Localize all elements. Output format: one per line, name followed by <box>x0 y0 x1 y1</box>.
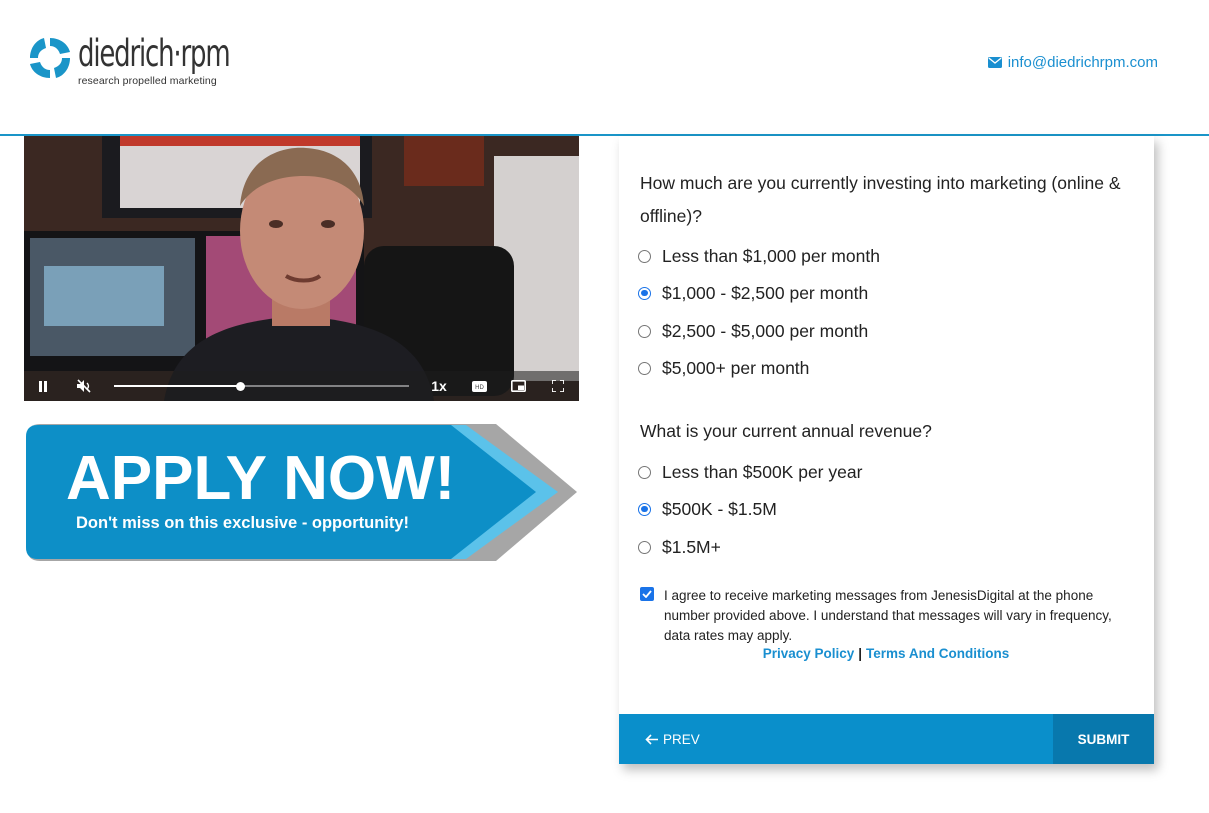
radio-button[interactable] <box>638 249 651 263</box>
logo[interactable]: diedrich·rpm research propelled marketin… <box>26 34 272 94</box>
apply-now-title: APPLY NOW! <box>66 444 456 513</box>
consent-text: I agree to receive marketing messages fr… <box>664 588 1112 643</box>
prev-label: PREV <box>663 731 700 747</box>
playback-speed-button[interactable]: 1x <box>426 371 452 401</box>
option-label: $1,000 - $2,500 per month <box>662 282 869 303</box>
arrow-left-icon <box>645 733 658 745</box>
link-separator: | <box>858 646 863 661</box>
mute-icon <box>77 379 91 393</box>
policy-links: Privacy Policy | Terms And Conditions <box>619 646 1153 661</box>
radio-button[interactable] <box>638 465 651 479</box>
option-spend-3[interactable]: $2,500 - $5,000 per month <box>638 319 868 343</box>
radio-button-selected[interactable] <box>638 502 651 516</box>
radio-button[interactable] <box>638 324 651 338</box>
mail-icon <box>987 57 1002 68</box>
option-label: $2,500 - $5,000 per month <box>662 320 869 341</box>
option-label: $5,000+ per month <box>662 357 810 378</box>
question-marketing-spend: How much are you currently investing int… <box>640 173 1121 226</box>
pause-icon <box>39 380 47 392</box>
hd-button[interactable]: HD <box>467 371 491 401</box>
terms-link[interactable]: Terms And Conditions <box>866 646 1009 661</box>
form-navigation: PREV SUBMIT <box>619 714 1154 764</box>
option-revenue-2[interactable]: $500K - $1.5M <box>638 497 777 521</box>
application-form: How much are you currently investing int… <box>619 136 1154 764</box>
option-label: Less than $1,000 per month <box>662 245 880 266</box>
fullscreen-button[interactable] <box>546 371 570 401</box>
site-header: diedrich·rpm research propelled marketin… <box>0 0 1209 136</box>
option-spend-2[interactable]: $1,000 - $2,500 per month <box>638 281 868 305</box>
option-spend-1[interactable]: Less than $1,000 per month <box>638 244 880 268</box>
radio-button[interactable] <box>638 361 651 375</box>
option-revenue-1[interactable]: Less than $500K per year <box>638 460 862 484</box>
progress-handle[interactable] <box>236 381 246 391</box>
progress-fill <box>114 385 241 387</box>
email-link[interactable]: info@diedrichrpm.com <box>987 54 1158 71</box>
option-label: Less than $500K per year <box>662 461 863 482</box>
fullscreen-icon <box>552 380 564 392</box>
question-annual-revenue: What is your current annual revenue? <box>640 421 932 441</box>
radio-button-selected[interactable] <box>638 286 651 300</box>
picture-in-picture-icon <box>510 380 526 392</box>
logo-tagline: research propelled marketing <box>78 75 217 87</box>
logo-name: diedrich·rpm <box>78 32 231 75</box>
option-revenue-3[interactable]: $1.5M+ <box>638 535 721 559</box>
pause-button[interactable] <box>32 371 54 401</box>
radio-button[interactable] <box>638 540 651 554</box>
svg-text:HD: HD <box>475 385 484 391</box>
video-progress-bar[interactable] <box>114 381 409 391</box>
checkmark-icon <box>642 590 652 598</box>
apply-now-subtitle: Don't miss on this exclusive - opportuni… <box>76 514 410 532</box>
apply-now-banner[interactable]: APPLY NOW! Don't miss on this exclusive … <box>26 423 578 562</box>
option-label: $500K - $1.5M <box>662 498 777 519</box>
logo-swirl-icon <box>30 38 70 78</box>
picture-in-picture-button[interactable] <box>506 371 530 401</box>
video-frame <box>24 136 579 401</box>
email-text: info@diedrichrpm.com <box>1007 54 1158 71</box>
option-label: $1.5M+ <box>662 536 721 557</box>
video-controls: 1x HD <box>24 371 579 401</box>
submit-button[interactable]: SUBMIT <box>1053 714 1154 764</box>
privacy-policy-link[interactable]: Privacy Policy <box>763 646 855 661</box>
video-player[interactable]: 1x HD <box>24 136 579 401</box>
consent-checkbox[interactable] <box>640 587 654 601</box>
option-spend-4[interactable]: $5,000+ per month <box>638 356 809 380</box>
mute-button[interactable] <box>72 371 96 401</box>
prev-button[interactable]: PREV <box>645 714 700 764</box>
hd-icon: HD <box>471 380 487 392</box>
